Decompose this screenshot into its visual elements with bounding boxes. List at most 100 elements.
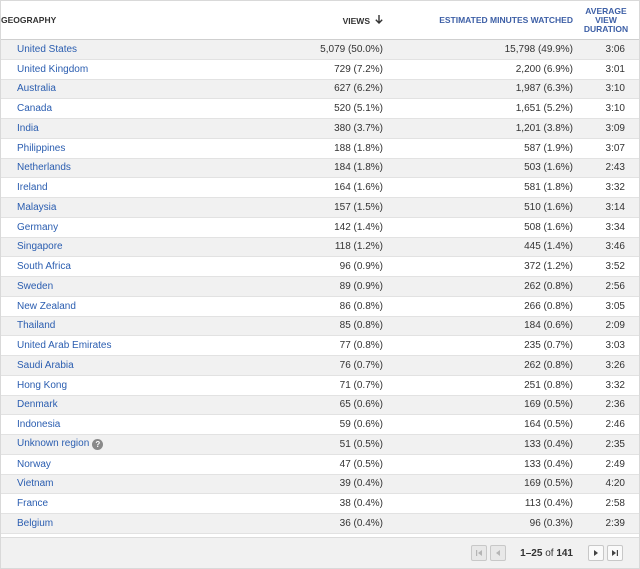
geography-link[interactable]: Netherlands	[17, 162, 71, 173]
geography-link[interactable]: United States	[17, 44, 77, 55]
minutes-cell: 445 (1.4%)	[383, 237, 573, 258]
next-page-button[interactable]	[588, 545, 604, 561]
geography-link[interactable]: Malaysia	[17, 202, 56, 213]
minutes-cell: 262 (0.8%)	[383, 355, 573, 376]
views-cell: 76 (0.7%)	[151, 355, 383, 376]
views-cell: 188 (1.8%)	[151, 138, 383, 159]
views-cell: 164 (1.6%)	[151, 177, 383, 198]
geography-cell: India	[1, 118, 151, 139]
geography-link[interactable]: Singapore	[17, 241, 63, 252]
views-cell: 729 (7.2%)	[151, 59, 383, 80]
table-row: Indonesia 59 (0.6%) 164 (0.5%) 2:46	[1, 414, 639, 435]
geography-link[interactable]: France	[17, 498, 48, 509]
geography-cell: Australia	[1, 79, 151, 100]
table-row: United Kingdom 729 (7.2%) 2,200 (6.9%) 3:01	[1, 59, 639, 80]
avg-duration-cell: 3:52	[573, 256, 639, 277]
geography-cell: Hong Kong	[1, 375, 151, 396]
table-row: Sweden 89 (0.9%) 262 (0.8%) 2:56	[1, 276, 639, 297]
views-cell: 65 (0.6%)	[151, 395, 383, 416]
avg-duration-cell: 2:43	[573, 158, 639, 179]
arrow-down-icon	[375, 14, 383, 26]
minutes-cell: 266 (0.8%)	[383, 296, 573, 317]
geography-link[interactable]: Norway	[17, 459, 51, 470]
geography-cell: Singapore	[1, 237, 151, 258]
table-row: Netherlands 184 (1.8%) 503 (1.6%) 2:43	[1, 158, 639, 179]
table-row: South Africa 96 (0.9%) 372 (1.2%) 3:52	[1, 256, 639, 277]
geography-cell: Unknown region?	[1, 434, 151, 455]
first-page-button[interactable]	[471, 545, 488, 561]
geography-cell: Germany	[1, 217, 151, 238]
minutes-cell: 2,200 (6.9%)	[383, 59, 573, 80]
geography-link[interactable]: New Zealand	[17, 301, 76, 312]
avg-duration-cell: 2:49	[573, 454, 639, 475]
geography-link[interactable]: Sweden	[17, 281, 53, 292]
geography-link[interactable]: Vietnam	[17, 478, 54, 489]
last-page-button[interactable]	[607, 545, 623, 561]
minutes-cell: 251 (0.8%)	[383, 375, 573, 396]
minutes-cell: 1,201 (3.8%)	[383, 118, 573, 139]
pagination-of-label: of	[545, 547, 554, 559]
geography-link[interactable]: India	[17, 123, 39, 134]
avg-duration-cell: 3:10	[573, 98, 639, 119]
geography-cell: Thailand	[1, 316, 151, 337]
table-row: Belgium 36 (0.4%) 96 (0.3%) 2:39	[1, 513, 639, 534]
geography-link[interactable]: Germany	[17, 222, 58, 233]
avg-duration-cell: 3:01	[573, 59, 639, 80]
geography-link[interactable]: United Arab Emirates	[17, 340, 112, 351]
geography-link[interactable]: Philippines	[17, 143, 65, 154]
geography-cell: New Zealand	[1, 296, 151, 317]
views-cell: 59 (0.6%)	[151, 414, 383, 435]
minutes-cell: 113 (0.4%)	[383, 493, 573, 514]
geography-link[interactable]: United Kingdom	[17, 64, 88, 75]
column-header-minutes[interactable]: ESTIMATED MINUTES WATCHED	[383, 1, 573, 40]
geography-cell: Belgium	[1, 513, 151, 534]
geography-link[interactable]: Ireland	[17, 182, 48, 193]
views-cell: 520 (5.1%)	[151, 98, 383, 119]
geography-cell: United Arab Emirates	[1, 335, 151, 356]
geography-link[interactable]: Denmark	[17, 399, 58, 410]
geography-cell: Saudi Arabia	[1, 355, 151, 376]
views-cell: 184 (1.8%)	[151, 158, 383, 179]
geography-table: GEOGRAPHY VIEWS ESTIMATED MINUTES WATCHE…	[1, 1, 639, 534]
previous-page-button[interactable]	[490, 545, 507, 561]
column-header-avg-duration[interactable]: AVERAGE VIEW DURATION	[573, 1, 639, 40]
table-row: United States 5,079 (50.0%) 15,798 (49.9%)…	[1, 39, 639, 60]
geography-link[interactable]: South Africa	[17, 261, 71, 272]
geography-cell: South Africa	[1, 256, 151, 277]
last-page-icon	[611, 549, 619, 557]
column-header-views[interactable]: VIEWS	[151, 1, 383, 40]
geography-link[interactable]: Belgium	[17, 518, 53, 529]
table-row: Vietnam 39 (0.4%) 169 (0.5%) 4:20	[1, 474, 639, 495]
geography-link[interactable]: Indonesia	[17, 419, 60, 430]
geography-link[interactable]: Australia	[17, 83, 56, 94]
geography-link[interactable]: Saudi Arabia	[17, 360, 74, 371]
avg-duration-cell: 3:26	[573, 355, 639, 376]
table-row: Denmark 65 (0.6%) 169 (0.5%) 2:36	[1, 395, 639, 416]
views-cell: 51 (0.5%)	[151, 434, 383, 455]
table-row: Hong Kong 71 (0.7%) 251 (0.8%) 3:32	[1, 375, 639, 396]
avg-duration-cell: 2:39	[573, 513, 639, 534]
table-row: Norway 47 (0.5%) 133 (0.4%) 2:49	[1, 454, 639, 475]
minutes-cell: 169 (0.5%)	[383, 395, 573, 416]
table-row: Ireland 164 (1.6%) 581 (1.8%) 3:32	[1, 177, 639, 198]
table-row: United Arab Emirates 77 (0.8%) 235 (0.7%) 3…	[1, 335, 639, 356]
views-cell: 89 (0.9%)	[151, 276, 383, 297]
avg-duration-cell: 3:05	[573, 296, 639, 317]
avg-duration-cell: 2:56	[573, 276, 639, 297]
minutes-cell: 1,987 (6.3%)	[383, 79, 573, 100]
geography-link[interactable]: Hong Kong	[17, 380, 67, 391]
geography-link[interactable]: Unknown region	[17, 438, 89, 449]
geography-link[interactable]: Thailand	[17, 320, 55, 331]
views-cell: 38 (0.4%)	[151, 493, 383, 514]
geography-link[interactable]: Canada	[17, 103, 52, 114]
help-icon[interactable]: ?	[92, 439, 104, 451]
minutes-cell: 133 (0.4%)	[383, 454, 573, 475]
minutes-cell: 508 (1.6%)	[383, 217, 573, 238]
table-row: Philippines 188 (1.8%) 587 (1.9%) 3:07	[1, 138, 639, 159]
geography-cell: Malaysia	[1, 197, 151, 218]
column-header-geography[interactable]: GEOGRAPHY	[1, 1, 151, 40]
geography-cell: Sweden	[1, 276, 151, 297]
minutes-cell: 133 (0.4%)	[383, 434, 573, 455]
views-cell: 118 (1.2%)	[151, 237, 383, 258]
minutes-cell: 503 (1.6%)	[383, 158, 573, 179]
